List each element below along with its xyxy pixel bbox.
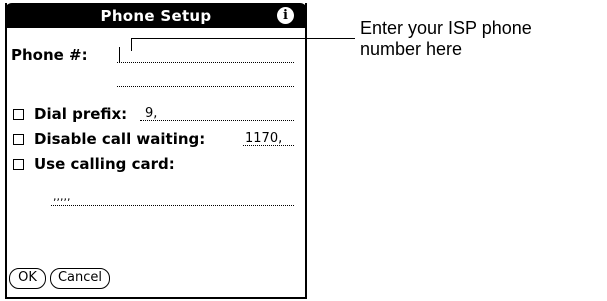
disable-call-waiting-checkbox[interactable]	[13, 134, 24, 145]
dialog-titlebar: Phone Setup i	[5, 3, 307, 28]
dial-prefix-checkbox[interactable]	[13, 109, 24, 120]
disable-call-waiting-field[interactable]: 1170,	[243, 131, 294, 146]
dialog-title: Phone Setup	[100, 7, 212, 25]
callout-line-1: Enter your ISP phone	[360, 18, 532, 38]
info-icon[interactable]: i	[277, 7, 294, 24]
ok-button[interactable]: OK	[9, 268, 46, 289]
phone-field-line-2[interactable]	[117, 72, 294, 87]
phone-field-line-1[interactable]	[117, 48, 294, 63]
phone-setup-dialog: Phone Setup i Phone #: Dial prefix: 9, D…	[5, 3, 307, 299]
callout-connector-vertical	[131, 38, 132, 51]
dial-prefix-field[interactable]: 9,	[140, 106, 294, 121]
calling-card-label: Use calling card:	[34, 155, 175, 173]
calling-card-value: ,,,,,	[53, 190, 71, 203]
callout-connector-horizontal	[131, 38, 355, 39]
callout-line-2: number here	[360, 39, 463, 59]
calling-card-field[interactable]: ,,,,,	[51, 190, 294, 206]
disable-call-waiting-value: 1170,	[245, 131, 283, 146]
cancel-button[interactable]: Cancel	[50, 268, 110, 289]
dial-prefix-value: 9,	[145, 106, 158, 121]
dial-prefix-label: Dial prefix:	[34, 105, 128, 123]
phone-label: Phone #:	[11, 46, 88, 64]
calling-card-checkbox[interactable]	[13, 159, 24, 170]
disable-call-waiting-label: Disable call waiting:	[34, 130, 206, 148]
